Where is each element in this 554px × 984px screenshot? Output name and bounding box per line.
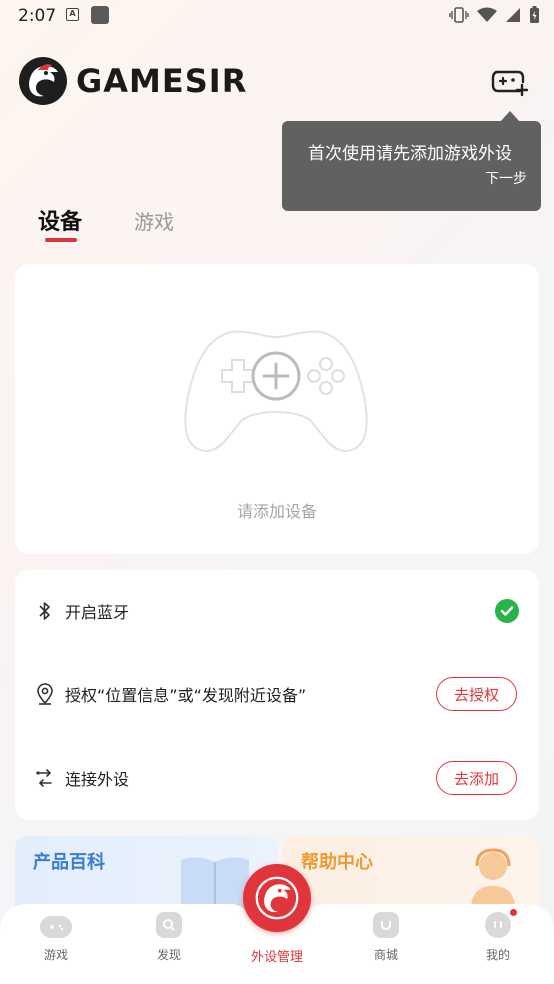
device-empty-card[interactable]: 请添加设备 [15, 264, 539, 554]
bluetooth-icon [35, 599, 55, 623]
bluetooth-row[interactable]: 开启蓝牙 [35, 591, 519, 631]
onboarding-tooltip: 首次使用请先添加游戏外设 下一步 [282, 121, 541, 211]
add-device-button[interactable]: 去添加 [436, 761, 517, 795]
location-label: 授权“位置信息”或“发现附近设备” [65, 686, 307, 705]
wifi-icon [477, 7, 497, 22]
bluetooth-label: 开启蓝牙 [65, 603, 130, 622]
nav-profile[interactable]: 我的 [458, 912, 538, 963]
connect-row: 连接外设 去添加 [35, 758, 519, 798]
product-wiki-title: 产品百科 [33, 852, 105, 873]
status-time: 2:07 [18, 6, 57, 26]
nav-discover[interactable]: 发现 [129, 912, 209, 963]
gamesir-eagle-nav-icon [255, 876, 299, 920]
gamepad-plus-icon [491, 70, 529, 97]
nav-shop-label: 商城 [373, 948, 398, 962]
location-row: 授权“位置信息”或“发现附近设备” 去授权 [35, 674, 519, 714]
nav-profile-label: 我的 [485, 948, 510, 962]
tooltip-message: 首次使用请先添加游戏外设 [308, 144, 512, 164]
gamepad-icon [40, 916, 72, 938]
nav-games-label: 游戏 [43, 948, 68, 962]
vibrate-icon [449, 7, 469, 23]
authorize-button[interactable]: 去授权 [436, 677, 517, 711]
brand-name: GAMESIR [76, 62, 248, 100]
status-bar: 2:07 A [0, 0, 554, 32]
gamesir-eagle-icon [19, 57, 67, 105]
tooltip-next-button[interactable]: 下一步 [485, 168, 527, 188]
notification-a-icon: A [66, 8, 79, 21]
shop-bag-icon [373, 912, 399, 938]
active-tab-indicator [45, 238, 77, 242]
profile-notification-badge [510, 909, 517, 916]
nav-games[interactable]: 游戏 [16, 912, 96, 963]
bluetooth-enabled-check-icon [495, 599, 519, 623]
gamesir-logo: GAMESIR [18, 56, 247, 106]
signal-icon [506, 8, 520, 22]
nav-device-management-label: 外设管理 [250, 950, 303, 965]
profile-face-icon [485, 912, 511, 938]
discover-search-icon [156, 912, 182, 938]
notification-app-icon [91, 6, 109, 24]
tab-devices[interactable]: 设备 [38, 204, 82, 236]
battery-icon [530, 6, 539, 23]
empty-device-text: 请添加设备 [236, 502, 317, 521]
status-icons [449, 6, 540, 24]
add-gamepad-button[interactable] [490, 64, 530, 100]
connect-label: 连接外设 [65, 770, 130, 789]
tab-games[interactable]: 游戏 [134, 206, 174, 235]
location-pin-icon [35, 682, 55, 706]
permissions-card: 开启蓝牙 授权“位置信息”或“发现附近设备” 去授权 连接外设 去添加 [15, 570, 539, 820]
help-center-title: 帮助中心 [301, 852, 373, 873]
nav-shop[interactable]: 商城 [346, 912, 426, 963]
connect-device-icon [35, 766, 55, 790]
nav-discover-label: 发现 [156, 948, 181, 962]
controller-placeholder-icon [184, 330, 368, 452]
nav-device-management[interactable] [243, 864, 311, 932]
